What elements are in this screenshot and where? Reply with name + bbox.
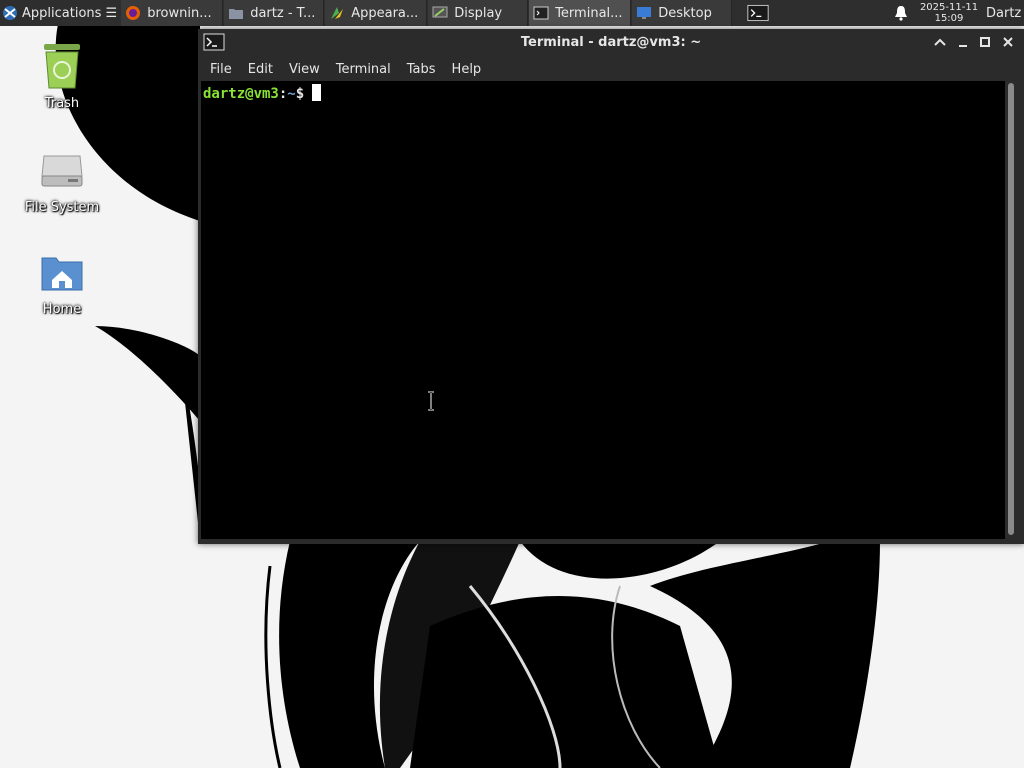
task-display[interactable]: Display bbox=[428, 0, 529, 26]
minimize-button[interactable] bbox=[955, 34, 971, 50]
top-panel: Applications ☰ brownin... dartz - T... A… bbox=[0, 0, 1024, 26]
prompt-path: ~ bbox=[287, 86, 296, 102]
drive-icon bbox=[41, 155, 83, 187]
text-cursor bbox=[312, 84, 322, 101]
bell-icon bbox=[895, 6, 907, 21]
shade-button[interactable] bbox=[932, 34, 948, 50]
close-button[interactable] bbox=[1000, 34, 1016, 50]
window-title: Terminal - dartz@vm3: ~ bbox=[520, 35, 702, 50]
desktop-icon bbox=[637, 7, 652, 19]
desktop-icon-label: File System bbox=[24, 200, 100, 215]
trash-icon bbox=[44, 44, 80, 89]
task-terminal[interactable]: Terminal... bbox=[529, 0, 632, 26]
desktop-icon-label: Trash bbox=[44, 96, 80, 111]
terminal-launcher[interactable] bbox=[743, 0, 773, 26]
task-appearance[interactable]: Appeara... bbox=[325, 0, 428, 26]
firefox-icon bbox=[126, 6, 141, 20]
task-label: brownin... bbox=[147, 5, 212, 21]
menu-tabs[interactable]: Tabs bbox=[399, 62, 444, 77]
scrollbar-thumb[interactable] bbox=[1008, 83, 1014, 535]
desktop-icon-file-system[interactable]: File System bbox=[7, 148, 117, 215]
menu-view[interactable]: View bbox=[281, 62, 328, 77]
menu-help[interactable]: Help bbox=[444, 62, 490, 77]
notifications-button[interactable] bbox=[886, 0, 916, 26]
home-folder-icon bbox=[41, 257, 83, 291]
terminal-screen[interactable]: dartz@vm3:~$ bbox=[201, 81, 1005, 539]
terminal-scrollbar[interactable] bbox=[1005, 81, 1021, 539]
maximize-button[interactable] bbox=[977, 34, 993, 50]
desktop-icon-home[interactable]: Home bbox=[7, 250, 117, 317]
task-file-manager[interactable]: dartz - T... bbox=[224, 0, 325, 26]
window-titlebar[interactable]: Terminal - dartz@vm3: ~ bbox=[198, 29, 1024, 57]
prompt-user: dartz@vm3 bbox=[203, 86, 279, 102]
terminal-icon bbox=[533, 6, 549, 20]
task-label: Display bbox=[454, 5, 503, 21]
applications-label: Applications ☰ bbox=[22, 5, 118, 21]
menu-file[interactable]: File bbox=[202, 62, 240, 77]
clock-date: 2025-11-11 bbox=[919, 2, 979, 13]
shell-prompt: dartz@vm3:~$ bbox=[203, 84, 322, 102]
terminal-menubar: File Edit View Terminal Tabs Help bbox=[198, 57, 1024, 81]
clock-time: 15:09 bbox=[934, 13, 964, 24]
mouse-ibeam-icon bbox=[428, 391, 434, 411]
folder-icon bbox=[229, 9, 244, 19]
task-desktop[interactable]: Desktop bbox=[632, 0, 733, 26]
applications-menu-button[interactable]: Applications ☰ bbox=[0, 0, 121, 26]
prompt-symbol: $ bbox=[295, 86, 305, 102]
desktop-icon-label: Home bbox=[42, 302, 82, 317]
task-label: Appeara... bbox=[351, 5, 419, 21]
xfce-logo-icon bbox=[3, 6, 17, 20]
menu-edit[interactable]: Edit bbox=[240, 62, 281, 77]
task-label: Terminal... bbox=[555, 5, 623, 21]
display-icon bbox=[432, 6, 448, 18]
appearance-icon bbox=[331, 7, 344, 19]
task-firefox[interactable]: brownin... bbox=[121, 0, 224, 26]
menu-terminal[interactable]: Terminal bbox=[328, 62, 399, 77]
clock[interactable]: 2025-11-11 15:09 bbox=[916, 0, 984, 26]
user-name: Dartz bbox=[986, 5, 1022, 21]
user-menu[interactable]: Dartz bbox=[984, 0, 1024, 26]
terminal-launcher-icon bbox=[747, 4, 769, 22]
desktop-icon-trash[interactable]: Trash bbox=[7, 40, 117, 111]
terminal-window[interactable]: Terminal - dartz@vm3: ~ File Edit View T… bbox=[198, 29, 1024, 544]
task-label: Desktop bbox=[658, 5, 712, 21]
task-label: dartz - T... bbox=[250, 5, 316, 21]
